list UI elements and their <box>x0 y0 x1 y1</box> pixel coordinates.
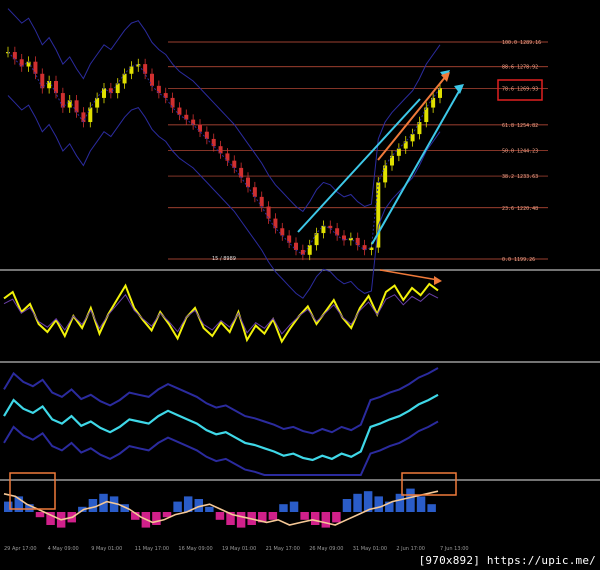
x-label-0: 29 Apr 17:00 <box>4 546 37 552</box>
candle-body-25 <box>177 107 182 115</box>
fib-label-4: 50.0 1244.23 <box>502 148 538 154</box>
candle-body-35 <box>246 177 250 188</box>
fib-label-0: 100.0 1289.16 <box>502 40 541 46</box>
bollinger-lower <box>7 95 441 299</box>
fib-label-1: 88.6 1278.92 <box>502 65 538 71</box>
oscillator-panel <box>3 282 439 344</box>
fib-label-2: 78.6 1269.93 <box>502 86 538 92</box>
bollinger-upper <box>7 8 441 213</box>
histogram-bar-31 <box>332 512 341 523</box>
candle-body-42 <box>294 242 298 250</box>
candle-body-44 <box>307 245 312 255</box>
candle-body-12 <box>88 107 93 123</box>
channel-arrow-head-2 <box>454 84 464 94</box>
histogram-bar-25 <box>268 512 278 520</box>
cyan-indicator-line <box>3 393 439 462</box>
fib-label-3: 61.8 1254.82 <box>502 123 538 129</box>
x-label-8: 31 May 01:00 <box>353 546 387 552</box>
x-label-1: 4 May 09:00 <box>48 546 79 552</box>
macd-panel <box>3 488 439 528</box>
cyan-band-1 <box>3 420 439 476</box>
candle-body-37 <box>259 196 264 207</box>
cyan-band-0 <box>3 367 439 435</box>
histogram-bar-37 <box>395 493 405 512</box>
candle-body-10 <box>74 100 79 113</box>
histogram-bar-8 <box>88 499 98 512</box>
histogram-bar-14 <box>152 512 161 525</box>
histogram-bar-39 <box>416 496 426 512</box>
x-label-10: 7 Jun 13:00 <box>440 546 469 552</box>
histogram-bar-16 <box>173 501 182 512</box>
histogram-bar-27 <box>289 501 299 512</box>
candle-body-40 <box>280 228 285 236</box>
price-panel <box>6 8 442 299</box>
x-label-4: 16 May 09:00 <box>178 546 212 552</box>
histogram-bar-26 <box>279 504 288 512</box>
fib-label-5: 38.2 1233.63 <box>502 174 538 180</box>
histogram-bar-28 <box>300 512 309 520</box>
candle-body-16 <box>115 83 120 94</box>
histogram-bar-33 <box>353 493 362 512</box>
fib-label-7: 0.0 1199.26 <box>502 257 535 263</box>
histogram-bar-35 <box>374 496 383 512</box>
candle-body-14 <box>102 88 106 98</box>
candle-body-27 <box>191 119 196 125</box>
histogram-bar-29 <box>310 512 320 525</box>
candle-body-6 <box>47 81 52 89</box>
candle-body-8 <box>60 93 65 108</box>
candle-body-57 <box>396 148 401 156</box>
histogram-bar-3 <box>35 512 45 518</box>
x-label-6: 21 May 17:00 <box>266 546 300 552</box>
arrow-orange-osc <box>379 269 439 281</box>
candle-body-31 <box>218 146 223 154</box>
candle-body-4 <box>33 61 38 74</box>
histogram-bar-30 <box>321 512 331 528</box>
candle-body-47 <box>328 225 333 229</box>
channel-line-upper <box>297 98 421 233</box>
histogram-bar-22 <box>236 512 246 528</box>
histogram-bar-0 <box>4 501 13 512</box>
chart-canvas: 100.0 1289.16 88.6 1278.92 78.6 1269.93 61.… <box>0 8 600 552</box>
x-label-5: 19 May 01:00 <box>222 546 256 552</box>
histogram-bar-19 <box>205 506 214 512</box>
candle-body-61 <box>424 107 429 123</box>
x-label-2: 9 May 01:00 <box>91 546 122 552</box>
annotation-text: 15 / 8989 <box>212 256 236 262</box>
candle-body-33 <box>232 160 237 168</box>
histogram-bar-40 <box>427 504 436 512</box>
candle-body-26 <box>184 114 189 120</box>
candle-body-29 <box>204 131 209 139</box>
trend-channel <box>297 70 464 285</box>
candle-body-55 <box>383 165 388 183</box>
oscillator-line <box>3 282 439 344</box>
candle-body-46 <box>321 225 326 234</box>
cyan-indicator-panel <box>3 367 439 476</box>
fibonacci-levels: 100.0 1289.16 88.6 1278.92 78.6 1269.93 61.… <box>168 40 548 263</box>
candle-body-7 <box>54 81 58 94</box>
candle-body-59 <box>410 134 415 142</box>
arrow-orange-osc-head <box>434 276 442 285</box>
candle-body-21 <box>150 73 154 86</box>
histogram-bar-38 <box>406 488 415 512</box>
x-label-9: 2 Jun 17:00 <box>396 546 425 552</box>
candle-body-34 <box>239 167 244 178</box>
x-axis-labels: 29 Apr 17:00 4 May 09:00 9 May 01:00 11 May… <box>4 546 469 552</box>
watermark-text: [970x892] https://upic.me/ <box>418 554 596 567</box>
candle-body-13 <box>95 97 100 108</box>
histogram-bar-20 <box>215 512 225 520</box>
x-label-7: 26 May 09:00 <box>309 546 343 552</box>
histogram-bar-32 <box>342 499 352 512</box>
bollinger-middle <box>7 51 441 256</box>
candle-body-11 <box>81 112 86 123</box>
x-label-3: 11 May 17:00 <box>135 546 169 552</box>
candle-body-9 <box>67 100 72 108</box>
candle-body-36 <box>252 187 257 197</box>
fib-label-6: 23.6 1220.48 <box>502 206 538 212</box>
candle-body-17 <box>122 73 127 84</box>
